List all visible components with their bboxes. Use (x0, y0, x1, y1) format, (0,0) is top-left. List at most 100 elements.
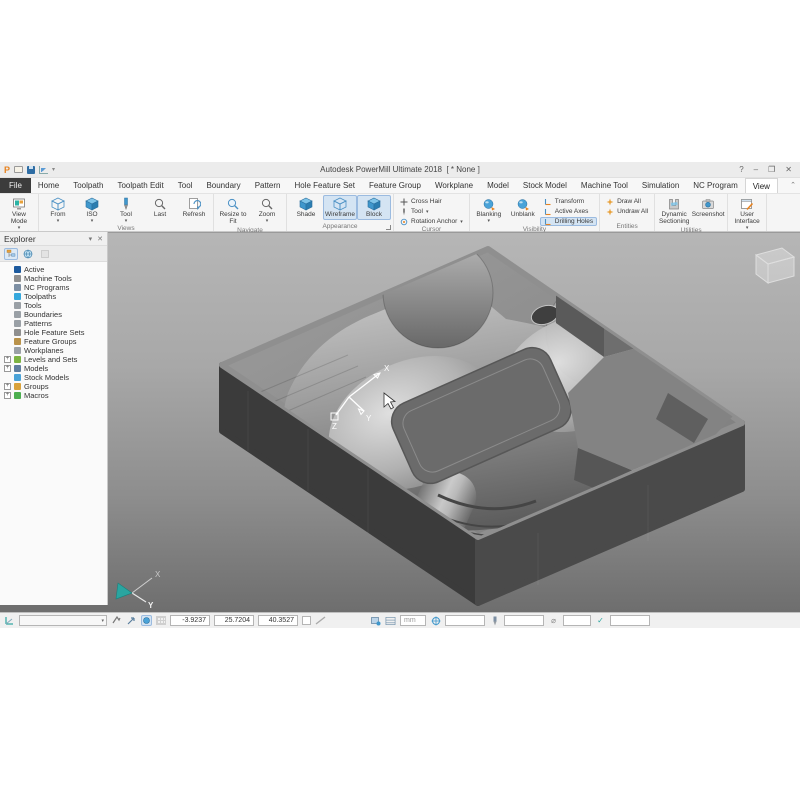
expander-icon[interactable] (4, 383, 11, 390)
tree-item[interactable]: Patterns (4, 319, 107, 328)
expander-icon[interactable] (4, 392, 11, 399)
active-tool-icon[interactable] (489, 615, 500, 626)
workplane-axes-icon[interactable] (4, 615, 15, 626)
ribbon-tab[interactable]: Boundary (199, 178, 247, 193)
explorer-disabled-icon (38, 248, 52, 260)
tree-item[interactable]: Levels and Sets (4, 355, 107, 364)
tolerance-field[interactable] (610, 615, 650, 626)
tree-item[interactable]: Toolpaths (4, 292, 107, 301)
tree-item[interactable]: Macros (4, 391, 107, 400)
resize-to-fit-button[interactable]: Resize to Fit (216, 195, 250, 227)
tree-item[interactable]: Machine Tools (4, 274, 107, 283)
from-button[interactable]: From (41, 195, 75, 225)
explorer-close-icon[interactable]: ✕ (97, 235, 103, 243)
ribbon-group-window: User Interface Window (728, 194, 767, 231)
minimize-button[interactable]: – (754, 165, 758, 174)
workplane-dropdown[interactable]: ▾ (19, 615, 107, 626)
tree-item[interactable]: Feature Groups (4, 337, 107, 346)
ribbon-tab[interactable]: Simulation (635, 178, 686, 193)
coordinate-z-field[interactable]: 40.3527 (258, 615, 298, 626)
zoom-button[interactable]: Zoom (250, 195, 284, 225)
restore-button[interactable]: ❐ (768, 165, 775, 174)
ribbon-tab[interactable]: Workplane (428, 178, 480, 193)
appearance-dialog-launcher-icon[interactable] (386, 225, 391, 230)
coords-mode-icon[interactable] (385, 615, 396, 626)
ribbon-tab[interactable]: File (0, 178, 31, 193)
tree-item[interactable]: Boundaries (4, 310, 107, 319)
units-dropdown[interactable]: mm (400, 615, 426, 626)
ribbon-tab[interactable]: Toolpath Edit (110, 178, 170, 193)
main-area: Explorer ▾ ✕ (0, 232, 800, 612)
tolerance-check-icon: ✓ (595, 615, 606, 626)
wireframe-button[interactable]: Wireframe (323, 195, 357, 220)
explorer-menu-icon[interactable]: ▾ (89, 235, 93, 243)
user-interface-button[interactable]: User Interface (730, 195, 764, 232)
refresh-button[interactable]: Refresh (177, 195, 211, 220)
tree-item[interactable]: Models (4, 364, 107, 373)
active-workplane-field[interactable] (445, 615, 485, 626)
tree-item[interactable]: Tools (4, 301, 107, 310)
ribbon-tab[interactable]: Tool (171, 178, 200, 193)
diameter-field[interactable] (563, 615, 591, 626)
draw-all-button[interactable]: Draw All (602, 197, 645, 206)
ribbon-tab[interactable]: Stock Model (516, 178, 574, 193)
svg-text:X: X (155, 570, 161, 579)
snap-checkbox[interactable] (302, 616, 311, 625)
iso-button[interactable]: ISO (75, 195, 109, 225)
grid-toggle-icon[interactable] (156, 616, 166, 625)
ribbon-tab[interactable]: Pattern (248, 178, 288, 193)
viewport-3d[interactable]: X Y Z X Y (108, 232, 800, 612)
dynamic-sectioning-button[interactable]: Dynamic Sectioning (657, 195, 691, 227)
ribbon-collapse-icon[interactable]: ⌃ (790, 181, 796, 189)
ribbon-tab[interactable]: View (745, 178, 778, 193)
transform-toggle[interactable]: Transform (540, 197, 597, 206)
coordinate-x-field[interactable]: -3.9237 (170, 615, 210, 626)
tree-item[interactable]: Hole Feature Sets (4, 328, 107, 337)
block-status-icon[interactable] (370, 615, 381, 626)
tree-item[interactable]: NC Programs (4, 283, 107, 292)
ribbon-group-appearance: Shade Wireframe Block Appearance (287, 194, 394, 231)
ribbon-tab[interactable]: NC Program (686, 178, 744, 193)
unblank-button[interactable]: Unblank (506, 195, 540, 220)
pan-icon[interactable] (111, 615, 122, 626)
expander-icon[interactable] (4, 365, 11, 372)
help-button[interactable]: ? (739, 165, 743, 174)
coordinate-y-field[interactable]: 25.7204 (214, 615, 254, 626)
rotation-anchor-button[interactable]: Rotation Anchor (396, 217, 467, 226)
screenshot-button[interactable]: Screenshot (691, 195, 725, 220)
block-button[interactable]: Block (357, 195, 391, 220)
tree-item[interactable]: Workplanes (4, 346, 107, 355)
cursor-tool-button[interactable]: Tool (396, 207, 432, 216)
active-axes-toggle[interactable]: Active Axes (540, 207, 597, 216)
page: P ▾ Autodesk PowerMill Ultimate 2018 [ *… (0, 0, 800, 800)
ribbon-tab[interactable]: Model (480, 178, 516, 193)
ribbon-group-views: From ISO Tool Last (39, 194, 214, 231)
close-button[interactable]: ✕ (785, 165, 792, 174)
expander-icon[interactable] (4, 356, 11, 363)
tree-item-icon (14, 374, 21, 381)
tree-item[interactable]: Groups (4, 382, 107, 391)
cross-hair-button[interactable]: Cross Hair (396, 197, 446, 206)
explorer-tree-view-icon[interactable] (4, 248, 18, 260)
view-mode-button[interactable]: View Mode (2, 195, 36, 232)
ribbon-tab[interactable]: Feature Group (362, 178, 428, 193)
ribbon-tab[interactable]: Hole Feature Set (287, 178, 361, 193)
window-title: Autodesk PowerMill Ultimate 2018 [ * Non… (0, 165, 800, 174)
blanking-button[interactable]: Blanking (472, 195, 506, 225)
tree-item[interactable]: Active (4, 265, 107, 274)
ribbon-tab[interactable]: Toolpath (66, 178, 110, 193)
shade-button[interactable]: Shade (289, 195, 323, 220)
active-tool-field[interactable] (504, 615, 544, 626)
drilling-holes-toggle[interactable]: Drilling Holes (540, 217, 597, 226)
explorer-web-icon[interactable] (21, 248, 35, 260)
measure-line-icon[interactable] (315, 615, 326, 626)
tool-view-button[interactable]: Tool (109, 195, 143, 225)
active-workplane-icon[interactable] (430, 615, 441, 626)
ribbon-tab[interactable]: Home (31, 178, 66, 193)
ribbon-tab[interactable]: Machine Tool (574, 178, 635, 193)
undraw-all-button[interactable]: Undraw All (602, 207, 652, 216)
cursor-mode-icon[interactable] (141, 615, 152, 626)
last-view-button[interactable]: Last (143, 195, 177, 220)
rotate-icon[interactable] (126, 615, 137, 626)
tree-item[interactable]: Stock Models (4, 373, 107, 382)
